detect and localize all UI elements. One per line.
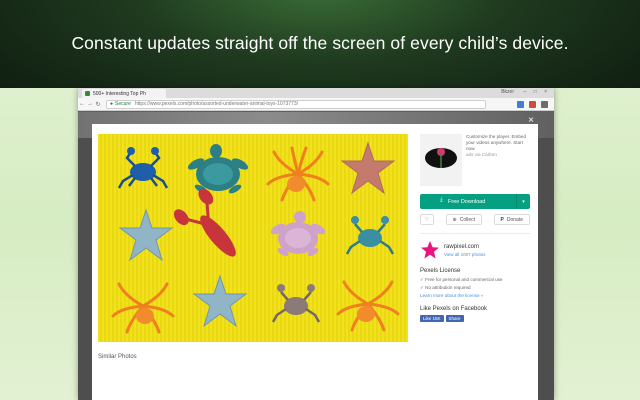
browser-window: 500+ Interesting Top Ph Bkzer – □ × ← → … <box>78 88 554 400</box>
extension-icon[interactable] <box>529 100 536 108</box>
facebook-buttons: Like 15K Share <box>420 315 530 322</box>
download-icon: ⤓ <box>440 197 443 203</box>
free-download-button[interactable]: ⤓ Free Download ▾ <box>420 194 530 209</box>
donate-button[interactable]: P Donate <box>493 214 530 225</box>
paypal-icon: P <box>500 216 504 223</box>
extension-icons <box>517 100 548 108</box>
toy-animals-illustration <box>111 141 400 334</box>
author-info: rawpixel.com View all 1007 photos <box>444 244 485 257</box>
author-name[interactable]: rawpixel.com <box>444 244 485 250</box>
starfish-toy <box>118 208 174 262</box>
photo-actions: ♡ ⊕ Collect P Donate <box>420 214 530 225</box>
tab-title: 500+ Interesting Top Ph <box>93 90 146 97</box>
author-photos-link[interactable]: View all 1007 photos <box>444 252 485 257</box>
carbon-ad[interactable]: Customize the player. Embed your videos … <box>420 134 530 186</box>
promo-banner: Constant updates straight off the screen… <box>0 0 640 88</box>
octopus-toy <box>266 146 330 202</box>
browser-tab[interactable]: 500+ Interesting Top Ph <box>82 89 166 98</box>
ad-text[interactable]: Customize the player. Embed your videos … <box>466 134 530 152</box>
turtle-toy <box>187 144 249 194</box>
forward-icon[interactable]: → <box>86 101 94 107</box>
collect-label: Collect <box>459 216 476 223</box>
similar-photos-heading: Similar Photos <box>98 354 137 360</box>
reload-icon[interactable]: ↻ <box>94 101 102 108</box>
toolbar: ← → ↻ ● Secure https://www.pexels.com/ph… <box>78 98 554 111</box>
star-logo-icon <box>421 241 439 259</box>
ad-artwork <box>425 148 457 168</box>
crab-toy <box>345 216 395 255</box>
octopus-toy <box>336 280 400 332</box>
avatar[interactable] <box>420 240 440 260</box>
secure-label: Secure <box>115 101 131 107</box>
window-controls[interactable]: – □ × <box>524 89 551 95</box>
heart-icon: ♡ <box>424 216 430 223</box>
banner-headline: Constant updates straight off the screen… <box>71 33 569 53</box>
divider <box>420 233 530 234</box>
extension-icon[interactable] <box>517 100 524 108</box>
like-button[interactable]: ♡ <box>420 214 434 225</box>
tab-strip: 500+ Interesting Top Ph Bkzer – □ × <box>78 88 554 98</box>
back-icon[interactable]: ← <box>78 101 86 107</box>
lock-icon: ● <box>110 101 114 107</box>
facebook-block: Like Pexels on Facebook Like 15K Share <box>420 306 530 322</box>
facebook-title: Like Pexels on Facebook <box>420 306 488 312</box>
plus-icon: ⊕ <box>452 216 457 223</box>
license-link[interactable]: Learn more about the license » <box>420 293 530 298</box>
license-item: ✓ No attribution required <box>420 285 471 290</box>
crab-toy <box>271 284 321 323</box>
license-block: Pexels License ✓ Free for personal and c… <box>420 268 530 298</box>
donate-label: Donate <box>506 216 523 223</box>
ad-image[interactable] <box>420 134 462 186</box>
profile-name[interactable]: Bkzer <box>501 89 514 95</box>
photo-sidebar: Customize the player. Embed your videos … <box>420 134 530 322</box>
author-block: rawpixel.com View all 1007 photos <box>420 240 530 260</box>
main-photo[interactable] <box>98 134 408 342</box>
facebook-share-button[interactable]: Share <box>445 315 464 322</box>
lobster-toy <box>173 188 236 257</box>
starfish-toy <box>340 141 396 195</box>
photo-modal: × Similar Photos Customize the player. E… <box>92 116 538 400</box>
menu-icon[interactable] <box>541 100 548 108</box>
download-label: Free Download <box>448 198 486 205</box>
ad-copy: Customize the player. Embed your videos … <box>462 134 530 186</box>
chevron-down-icon[interactable]: ▾ <box>516 194 530 209</box>
starfish-toy <box>192 274 248 328</box>
close-icon[interactable]: × <box>528 116 534 126</box>
ad-via[interactable]: ads via Carbon <box>466 152 530 158</box>
crab-toy <box>117 147 169 189</box>
facebook-like-button[interactable]: Like 15K <box>420 315 444 322</box>
address-bar[interactable]: ● Secure https://www.pexels.com/photo/as… <box>106 99 486 109</box>
collect-button[interactable]: ⊕ Collect <box>445 214 483 225</box>
octopus-toy <box>111 282 175 334</box>
url-text[interactable]: https://www.pexels.com/photo/assorted-un… <box>135 101 298 107</box>
favicon-icon <box>85 91 90 96</box>
license-item: ✓ Free for personal and commercial use <box>420 277 503 282</box>
turtle-toy <box>270 211 326 256</box>
license-title: Pexels License <box>420 268 461 274</box>
